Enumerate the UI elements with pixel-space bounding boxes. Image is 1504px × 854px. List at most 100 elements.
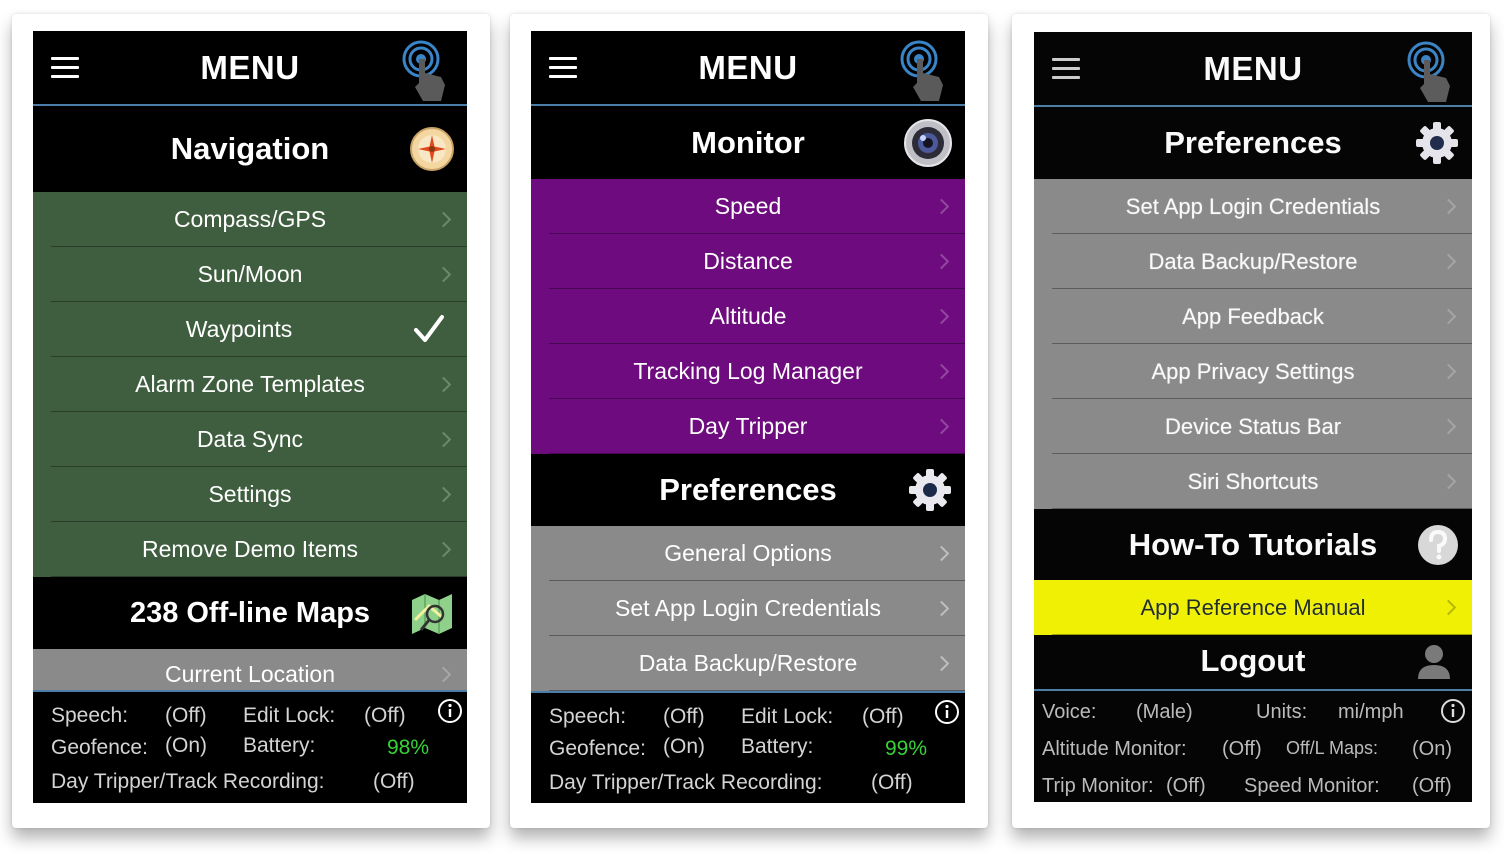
menu-item-app-reference-manual[interactable]: App Reference Manual <box>1034 580 1472 635</box>
menu-item-label: Current Location <box>164 661 336 687</box>
menu-item-label: Device Status Bar <box>1164 413 1342 439</box>
hamburger-icon[interactable] <box>51 57 79 79</box>
menu-item-label: Siri Shortcuts <box>1187 468 1319 494</box>
touch-pointer-icon[interactable] <box>1406 40 1456 104</box>
menu-item-speed[interactable]: Speed <box>531 179 965 234</box>
menu-item-app-feedback[interactable]: App Feedback <box>1034 289 1472 344</box>
menu-item-data-backup-restore[interactable]: Data Backup/Restore <box>531 636 965 691</box>
phone-screen: MENU Preferences Set App Login Credentia… <box>1034 32 1472 802</box>
touch-pointer-icon[interactable] <box>401 39 451 103</box>
trip-monitor-value: (Off) <box>1166 775 1206 797</box>
chevron-right-icon <box>933 253 950 269</box>
edit-lock-value: (Off) <box>862 705 904 728</box>
geofence-label: Geofence: <box>549 737 646 760</box>
preferences-section-header: Preferences <box>1034 107 1472 179</box>
chevron-right-icon <box>933 600 950 616</box>
chevron-right-icon <box>933 418 950 434</box>
menu-title: MENU <box>200 48 300 86</box>
chevron-right-icon <box>1440 308 1457 324</box>
chevron-right-icon <box>435 541 452 557</box>
voice-value: (Male) <box>1136 701 1193 723</box>
screenshot-card-preferences: MENU Preferences Set App Login Credentia… <box>1012 14 1490 828</box>
altitude-monitor-value: (Off) <box>1222 738 1262 760</box>
menu-item-remove-demo-items[interactable]: Remove Demo Items <box>33 522 467 577</box>
units-label: Units: <box>1256 701 1308 723</box>
menu-title: MENU <box>1203 49 1303 87</box>
menu-item-distance[interactable]: Distance <box>531 234 965 289</box>
section-title: How-To Tutorials <box>1128 526 1378 562</box>
menu-item-label: Tracking Log Manager <box>633 358 863 384</box>
edit-lock-label: Edit Lock: <box>243 704 336 727</box>
menu-item-compass-gps[interactable]: Compass/GPS <box>33 192 467 247</box>
chevron-right-icon <box>435 431 452 447</box>
menu-item-label: Distance <box>703 248 793 274</box>
menu-item-set-app-login-credentials[interactable]: Set App Login Credentials <box>531 581 965 636</box>
monitor-section-header: Monitor <box>531 106 965 179</box>
menu-item-altitude[interactable]: Altitude <box>531 289 965 344</box>
hamburger-icon[interactable] <box>1052 58 1080 80</box>
lens-icon <box>904 118 952 167</box>
section-title: Preferences <box>1164 125 1342 160</box>
units-value: mi/mph <box>1338 701 1404 723</box>
menu-item-waypoints[interactable]: Waypoints <box>33 302 467 357</box>
info-icon[interactable] <box>437 698 463 724</box>
menu-top-bar: MENU <box>33 31 467 106</box>
chevron-right-icon <box>933 655 950 671</box>
section-title: 238 Off-line Maps <box>129 596 371 629</box>
section-title: Logout <box>1200 643 1306 678</box>
speed-monitor-label: Speed Monitor: <box>1244 775 1380 797</box>
status-bar: Speech: (Off) Edit Lock: (Off) Geofence:… <box>33 690 467 803</box>
menu-item-data-backup-restore[interactable]: Data Backup/Restore <box>1034 234 1472 289</box>
chevron-right-icon <box>1440 198 1457 214</box>
battery-label: Battery: <box>243 734 316 757</box>
menu-title: MENU <box>698 48 798 86</box>
chevron-right-icon <box>435 666 452 683</box>
speech-value: (Off) <box>165 704 207 727</box>
checkmark-icon <box>414 315 444 342</box>
menu-item-siri-shortcuts[interactable]: Siri Shortcuts <box>1034 454 1472 509</box>
compass-icon <box>410 127 454 171</box>
map-icon <box>412 594 452 634</box>
menu-item-sun-moon[interactable]: Sun/Moon <box>33 247 467 302</box>
menu-item-data-sync[interactable]: Data Sync <box>33 412 467 467</box>
tutorials-section-header: How-To Tutorials <box>1034 509 1472 580</box>
hamburger-icon[interactable] <box>549 57 577 79</box>
offline-maps-value: (On) <box>1412 738 1452 760</box>
menu-item-app-privacy-settings[interactable]: App Privacy Settings <box>1034 344 1472 399</box>
menu-item-device-status-bar[interactable]: Device Status Bar <box>1034 399 1472 454</box>
menu-item-label: Remove Demo Items <box>141 536 358 562</box>
menu-top-bar: MENU <box>1034 32 1472 107</box>
edit-lock-label: Edit Lock: <box>741 705 834 728</box>
info-icon[interactable] <box>934 699 960 725</box>
menu-item-settings[interactable]: Settings <box>33 467 467 522</box>
menu-item-day-tripper[interactable]: Day Tripper <box>531 399 965 454</box>
menu-item-current-location[interactable]: Current Location <box>33 649 467 694</box>
speed-monitor-value: (Off) <box>1412 775 1452 797</box>
phone-screen: MENU Navigation Compass/GPS Sun/Moon Way… <box>33 31 467 803</box>
menu-top-bar: MENU <box>531 31 965 106</box>
touch-pointer-icon[interactable] <box>899 39 949 103</box>
menu-item-label: Set App Login Credentials <box>1125 193 1381 219</box>
voice-label: Voice: <box>1042 701 1097 723</box>
menu-item-tracking-log-manager[interactable]: Tracking Log Manager <box>531 344 965 399</box>
menu-item-general-options[interactable]: General Options <box>531 526 965 581</box>
menu-item-label: Data Sync <box>196 426 304 452</box>
battery-value: 99% <box>885 737 928 760</box>
status-bar: Speech: (Off) Edit Lock: (Off) Geofence:… <box>531 691 965 803</box>
info-icon[interactable] <box>1440 698 1466 724</box>
speech-label: Speech: <box>549 705 627 728</box>
chevron-right-icon <box>435 486 452 502</box>
menu-item-label: App Privacy Settings <box>1151 358 1355 384</box>
section-title: Navigation <box>170 131 330 166</box>
menu-item-alarm-zone-templates[interactable]: Alarm Zone Templates <box>33 357 467 412</box>
menu-item-label: App Feedback <box>1182 303 1324 329</box>
phone-screen: MENU Monitor Speed Distance Altitude Tra… <box>531 31 965 803</box>
logout-section-header[interactable]: Logout <box>1034 635 1472 687</box>
chevron-right-icon <box>1440 253 1457 269</box>
menu-item-set-app-login-credentials[interactable]: Set App Login Credentials <box>1034 179 1472 234</box>
day-tripper-value: (Off) <box>373 770 415 793</box>
speech-label: Speech: <box>51 704 129 727</box>
menu-item-label: Data Backup/Restore <box>1148 248 1358 274</box>
chevron-right-icon <box>933 545 950 561</box>
menu-item-label: Altitude <box>709 303 787 329</box>
